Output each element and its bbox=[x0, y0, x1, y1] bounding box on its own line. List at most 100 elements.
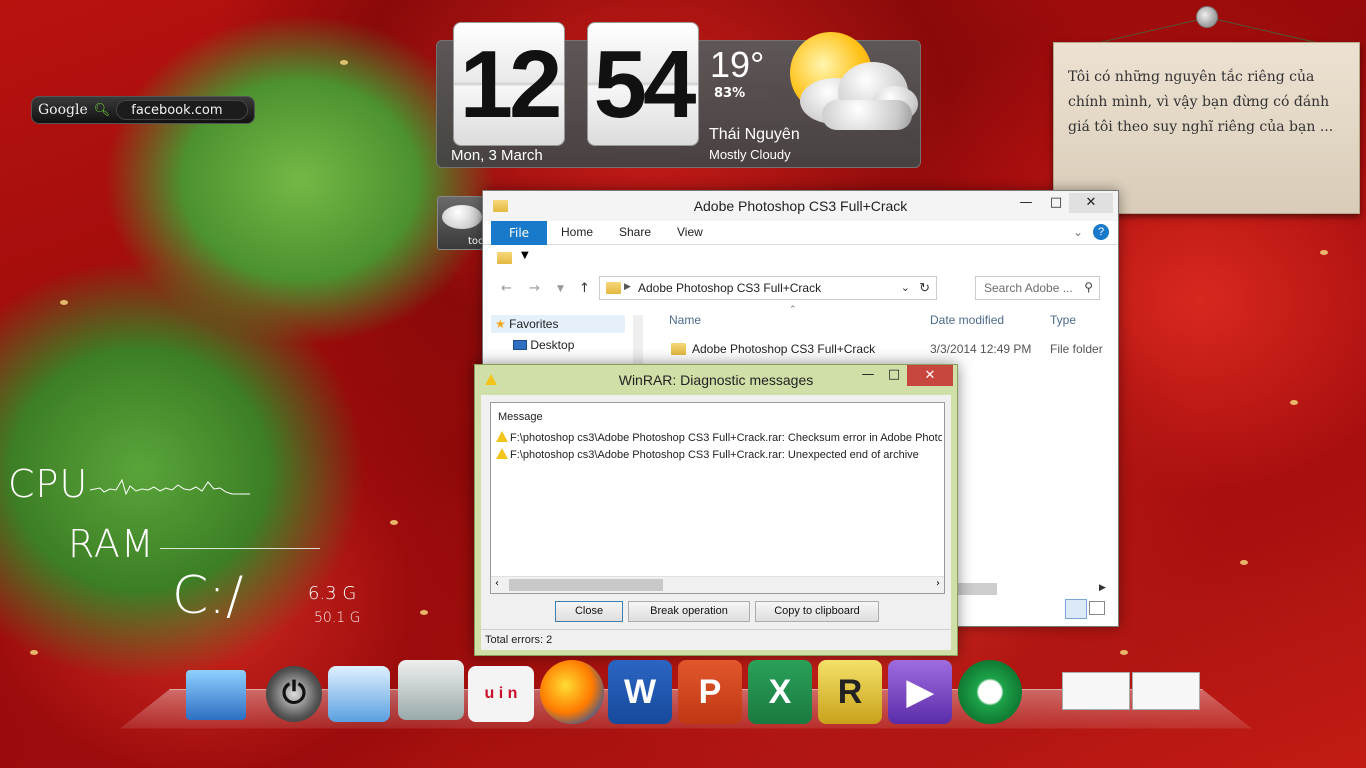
cleaner-icon[interactable] bbox=[398, 660, 464, 720]
minimize-button[interactable]: — bbox=[1011, 193, 1041, 213]
column-message[interactable]: Message bbox=[498, 411, 543, 423]
horizontal-scroll-thumb[interactable] bbox=[957, 583, 997, 595]
close-button[interactable]: ✕ bbox=[1069, 193, 1113, 213]
search-input[interactable]: facebook.com bbox=[116, 100, 248, 120]
coccoc-icon[interactable] bbox=[958, 660, 1022, 724]
close-button[interactable]: ✕ bbox=[907, 365, 953, 386]
folder-icon bbox=[606, 282, 621, 294]
scrollbar[interactable] bbox=[633, 315, 643, 371]
powerpoint-icon[interactable]: P bbox=[678, 660, 742, 724]
star-icon: ★ bbox=[495, 317, 506, 331]
file-name: Adobe Photoshop CS3 Full+Crack bbox=[692, 342, 876, 356]
search-placeholder: Search Adobe ... bbox=[984, 281, 1073, 295]
desktop-icon bbox=[513, 340, 527, 350]
close-dialog-button[interactable]: Close bbox=[555, 601, 623, 622]
scroll-right-icon[interactable]: › bbox=[936, 578, 940, 589]
winrar-body: Message F:\photoshop cs3\Adobe Photoshop… bbox=[481, 395, 951, 650]
explorer-thumbnail[interactable] bbox=[1062, 672, 1130, 710]
column-name[interactable]: Name bbox=[669, 313, 701, 327]
maximize-button[interactable]: □ bbox=[879, 365, 909, 385]
quick-access-toolbar: ▼ bbox=[483, 245, 1118, 271]
weather-tile-label: toc bbox=[468, 236, 483, 247]
power-icon[interactable]: ⏻︎ bbox=[266, 666, 322, 722]
search-field[interactable]: Search Adobe ... ⚲ bbox=[975, 276, 1100, 300]
copy-to-clipboard-button[interactable]: Copy to clipboard bbox=[755, 601, 879, 622]
ribbon-tabs: File Home Share View ⌄ ? bbox=[483, 221, 1118, 245]
winrar-thumbnail[interactable] bbox=[1132, 672, 1200, 710]
search-icon[interactable]: 🔍︎ bbox=[94, 103, 111, 118]
search-icon[interactable]: ⚲ bbox=[1084, 280, 1093, 294]
wallpaper-seed bbox=[390, 520, 398, 525]
back-icon[interactable]: ← bbox=[501, 281, 512, 296]
break-operation-button[interactable]: Break operation bbox=[628, 601, 750, 622]
recent-locations-icon[interactable]: ▼ bbox=[557, 284, 564, 294]
weather-city: Thái Nguyên bbox=[709, 126, 800, 143]
explorer-titlebar[interactable]: Adobe Photoshop CS3 Full+Crack — □ ✕ bbox=[483, 191, 1118, 221]
wallpaper-seed bbox=[420, 610, 428, 615]
weather-temperature: 19° bbox=[710, 44, 765, 85]
google-logo: Google bbox=[38, 102, 88, 118]
customize-qat-icon[interactable]: ▼ bbox=[521, 250, 529, 261]
sticky-note[interactable]: Tôi có những nguyên tắc riêng của chính … bbox=[1053, 42, 1360, 214]
computer-icon[interactable] bbox=[186, 670, 246, 720]
wallpaper-seed bbox=[1290, 400, 1298, 405]
up-icon[interactable]: ↑ bbox=[579, 281, 590, 296]
scroll-thumb[interactable] bbox=[509, 579, 663, 591]
column-date[interactable]: Date modified bbox=[930, 313, 1004, 327]
control-panel-icon[interactable] bbox=[328, 666, 390, 722]
excel-icon[interactable]: X bbox=[748, 660, 812, 724]
warning-icon bbox=[496, 448, 508, 459]
ribbon-expand-icon[interactable]: ⌄ bbox=[1073, 225, 1083, 239]
list-item[interactable]: F:\photoshop cs3\Adobe Photoshop CS3 Ful… bbox=[496, 431, 942, 444]
weather-condition: Mostly Cloudy bbox=[709, 147, 791, 162]
status-bar: Total errors: 2 bbox=[481, 629, 951, 650]
scroll-left-icon[interactable]: ‹ bbox=[495, 578, 499, 589]
details-view-icon[interactable] bbox=[1065, 599, 1087, 619]
word-icon[interactable]: W bbox=[608, 660, 672, 724]
sidebar-item-favorites[interactable]: ★ Favorites bbox=[491, 315, 625, 333]
scroll-right-icon[interactable]: ▶ bbox=[1099, 583, 1106, 593]
column-type[interactable]: Type bbox=[1050, 313, 1076, 327]
wallpaper-seed bbox=[340, 60, 348, 65]
winrar-icon[interactable]: R bbox=[818, 660, 882, 724]
winrar-titlebar[interactable]: WinRAR: Diagnostic messages — □ ✕ bbox=[475, 365, 957, 395]
refresh-icon[interactable]: ↻ bbox=[919, 280, 930, 296]
forward-icon[interactable]: → bbox=[529, 281, 540, 296]
visual-studio-icon[interactable]: ▶ bbox=[888, 660, 952, 724]
wallpaper-seed bbox=[1240, 560, 1248, 565]
weather-mini-tile[interactable]: toc bbox=[437, 196, 483, 250]
chevron-right-icon: ▶ bbox=[624, 281, 631, 291]
message-list[interactable]: Message F:\photoshop cs3\Adobe Photoshop… bbox=[490, 402, 945, 594]
address-bar-row: ← → ▼ ↑ ▶ Adobe Photoshop CS3 Full+Crack… bbox=[483, 273, 1118, 303]
ram-label: RAM bbox=[68, 522, 155, 566]
unikey-icon[interactable]: u i n bbox=[468, 666, 534, 722]
weather-humidity: 83% bbox=[714, 86, 746, 101]
warning-icon bbox=[496, 431, 508, 442]
chevron-down-icon[interactable]: ⌄ bbox=[901, 281, 910, 294]
clock-minute: 54 bbox=[587, 22, 699, 146]
wallpaper-seed bbox=[1120, 650, 1128, 655]
large-icons-view-icon[interactable] bbox=[1089, 601, 1105, 615]
tab-view[interactable]: View bbox=[677, 225, 703, 239]
tab-share[interactable]: Share bbox=[619, 225, 651, 239]
file-row-date: 3/3/2014 12:49 PM bbox=[930, 342, 1032, 356]
tab-home[interactable]: Home bbox=[561, 225, 593, 239]
note-text: Tôi có những nguyên tắc riêng của chính … bbox=[1068, 69, 1334, 135]
tab-file[interactable]: File bbox=[491, 221, 547, 245]
drive-used: 6.3 G bbox=[308, 583, 357, 604]
list-item[interactable]: F:\photoshop cs3\Adobe Photoshop CS3 Ful… bbox=[496, 448, 942, 461]
file-row-type: File folder bbox=[1050, 342, 1103, 356]
wallpaper-seed bbox=[1320, 250, 1328, 255]
sidebar-item-desktop[interactable]: Desktop bbox=[491, 333, 633, 352]
clock-date: Mon, 3 March bbox=[451, 147, 543, 164]
pin-icon bbox=[1196, 6, 1218, 28]
total-errors: Total errors: 2 bbox=[485, 634, 553, 646]
address-input[interactable]: ▶ Adobe Photoshop CS3 Full+Crack ⌄ ↻ bbox=[599, 276, 937, 300]
message-text: F:\photoshop cs3\Adobe Photoshop CS3 Ful… bbox=[510, 432, 942, 444]
file-row-name[interactable]: Adobe Photoshop CS3 Full+Crack bbox=[671, 342, 875, 356]
maximize-button[interactable]: □ bbox=[1041, 193, 1071, 213]
address-path: Adobe Photoshop CS3 Full+Crack bbox=[638, 281, 822, 295]
horizontal-scrollbar[interactable]: ‹ › bbox=[491, 576, 944, 593]
firefox-icon[interactable] bbox=[540, 660, 604, 724]
help-icon[interactable]: ? bbox=[1093, 224, 1109, 240]
